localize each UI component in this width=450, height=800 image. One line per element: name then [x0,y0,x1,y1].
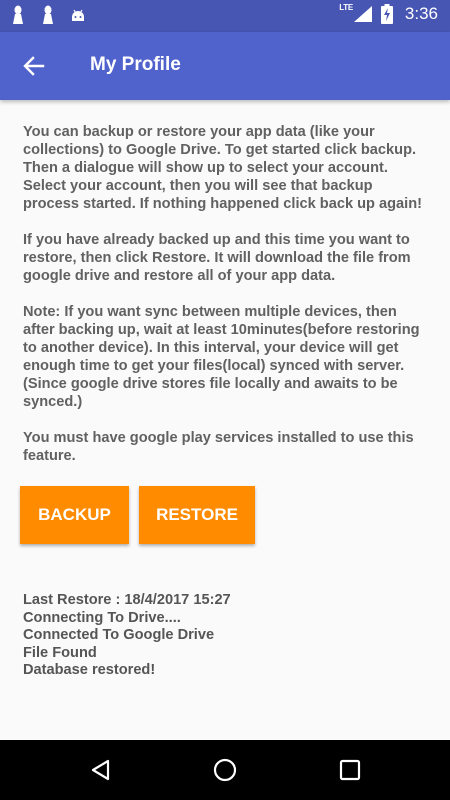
arrow-back-icon [23,56,45,76]
instructions-paragraph: You must have google play services insta… [23,430,414,464]
log-line: Connected To Google Drive [23,627,215,643]
android-icon [72,9,84,21]
back-button[interactable] [18,50,50,82]
backup-button[interactable]: BACKUP [20,486,129,544]
battery-charging-icon [380,4,393,24]
instructions-paragraph: Note: If you want sync between multiple … [23,304,420,410]
restore-button[interactable]: RESTORE [139,486,255,544]
log-line: Last Restore : 18/4/2017 15:27 [23,592,231,608]
instructions-paragraph: If you have already backed up and this t… [23,232,411,284]
signal-icon [353,6,372,22]
action-buttons: BACKUP RESTORE [20,486,255,544]
status-indicators: LTE 3:36 [331,2,438,24]
nav-recents-button[interactable] [336,756,364,784]
nav-home-icon [213,758,237,782]
log-line: Database restored! [23,662,156,678]
network-type-label: LTE [339,2,353,12]
nav-recents-icon [339,759,361,781]
log-line: Connecting To Drive.... [23,609,181,626]
instructions-paragraph: You can backup or restore your app data … [23,124,422,212]
nav-back-button[interactable] [87,756,115,784]
status-bar: LTE 3:36 [0,0,450,32]
system-nav-bar [0,740,450,800]
notification-icon [43,5,53,24]
notification-icon [13,5,23,24]
app-bar: My Profile [0,32,450,100]
page-title: My Profile [90,54,181,75]
clock: 3:36 [404,4,438,23]
instructions-text: You can backup or restore your app data … [23,123,423,483]
status-notifications [10,5,86,25]
status-log: Last Restore : 18/4/2017 15:27 Connectin… [23,592,231,680]
log-line: File Found [23,644,97,661]
nav-back-icon [91,759,110,781]
nav-home-button[interactable] [211,756,239,784]
